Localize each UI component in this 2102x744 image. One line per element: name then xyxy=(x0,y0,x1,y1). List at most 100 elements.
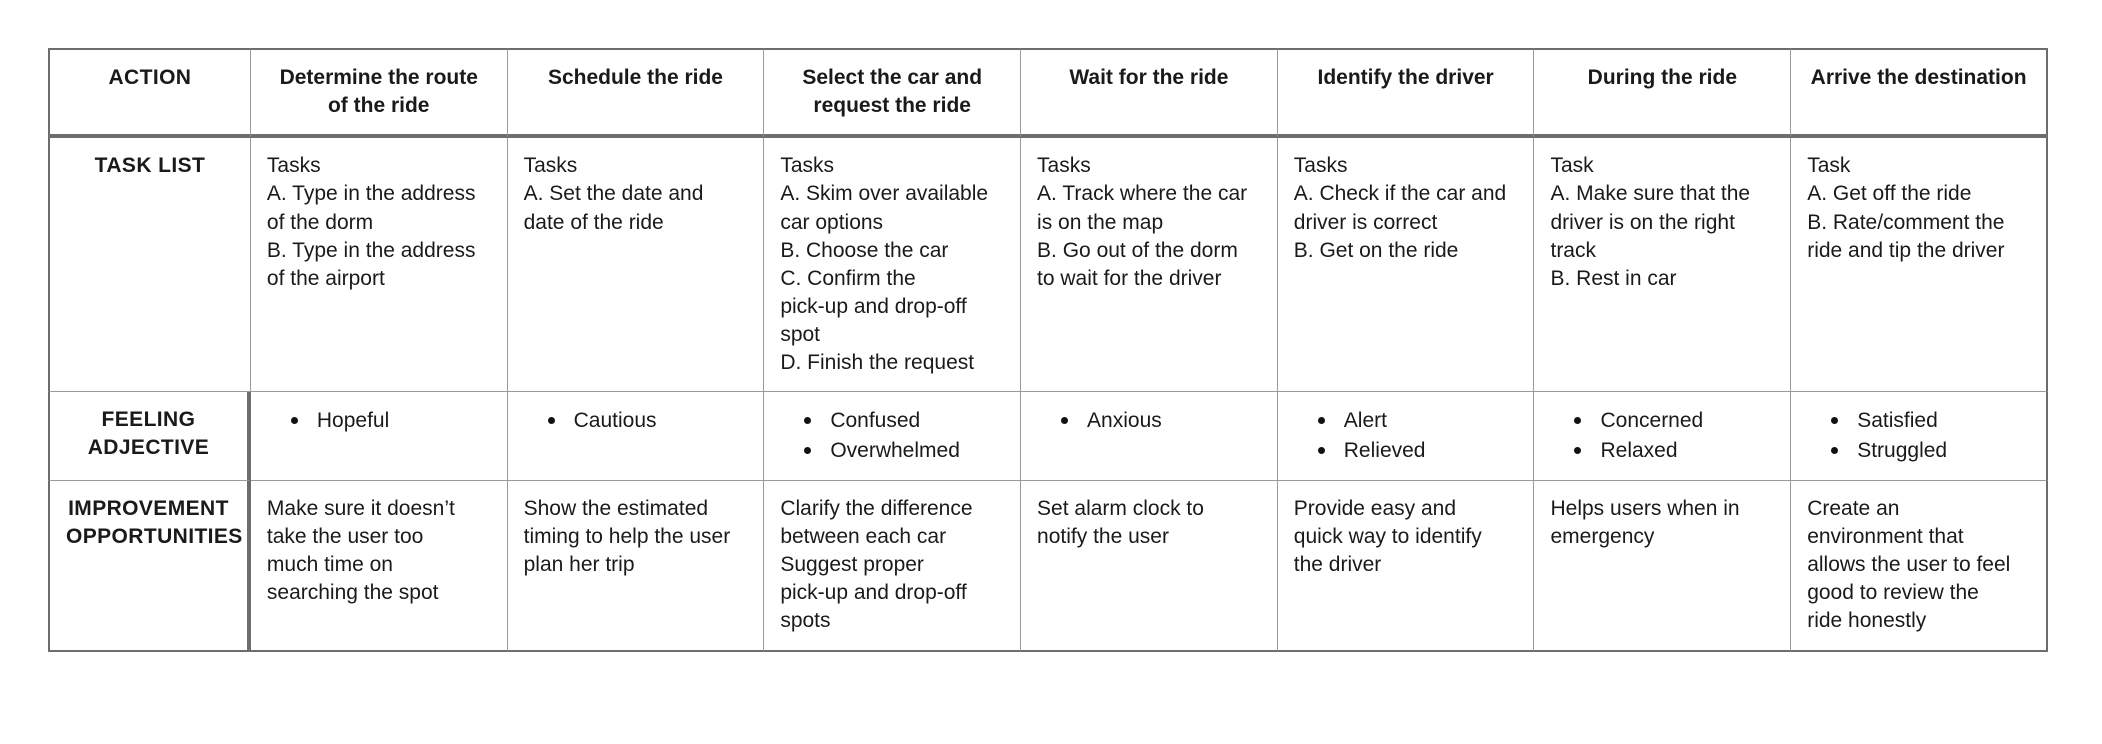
list-item: Alert xyxy=(1317,406,1518,436)
improvement-text: Clarify the difference between each car … xyxy=(780,495,1004,636)
task-block: Tasks A. Type in the address of the dorm… xyxy=(267,152,491,293)
task-item: ride and tip the driver xyxy=(1807,238,2005,262)
task-item: B. Type in the address xyxy=(266,238,476,262)
list-item: Satisfied xyxy=(1831,406,2030,436)
task-cell-identify-driver: Tasks A. Check if the car and driver is … xyxy=(1277,138,1535,393)
improvement-line: emergency xyxy=(1550,525,1655,548)
task-heading: Tasks xyxy=(523,154,578,178)
column-header-line: request the ride xyxy=(813,94,971,118)
improvement-cell-determine-route: Make sure it doesn’t take the user too m… xyxy=(250,480,508,652)
task-item: driver is on the right xyxy=(1550,210,1735,234)
feeling-list: Alert Relieved xyxy=(1294,406,1518,466)
task-cell-wait-for-ride: Tasks A. Track where the car is on the m… xyxy=(1021,138,1278,393)
improvement-line: Provide easy and xyxy=(1293,496,1457,520)
task-item: A. Check if the car and xyxy=(1293,182,1507,206)
feeling-cell-schedule-ride: Cautious xyxy=(507,392,765,481)
list-item: Anxious xyxy=(1061,406,1261,436)
row-label-line: OPPORTUNITIES xyxy=(66,525,243,548)
task-heading: Task xyxy=(1807,154,1851,178)
row-label-line: ADJECTIVE xyxy=(87,436,210,460)
column-header-line: Select the car and xyxy=(802,66,983,89)
task-block: Task A. Make sure that the driver is on … xyxy=(1550,152,1774,293)
column-header-wait-for-ride: Wait for the ride xyxy=(1021,48,1278,139)
improvement-line: quick way to identify xyxy=(1293,525,1482,548)
improvement-cell-schedule-ride: Show the estimated timing to help the us… xyxy=(507,480,765,652)
task-cell-determine-route: Tasks A. Type in the address of the dorm… xyxy=(250,138,508,393)
task-item: B. Rest in car xyxy=(1550,266,1677,290)
table-row-task-list: TASK LIST Tasks A. Type in the address o… xyxy=(48,138,2048,393)
improvement-cell-select-car: Clarify the difference between each car … xyxy=(764,480,1022,652)
column-header-during-ride: During the ride xyxy=(1534,48,1792,139)
improvement-text: Show the estimated timing to help the us… xyxy=(524,495,748,579)
improvement-line: timing to help the user xyxy=(523,525,731,548)
improvement-line: the driver xyxy=(1293,553,1382,577)
row-label-action: ACTION xyxy=(48,48,251,139)
task-block: Tasks A. Track where the car is on the m… xyxy=(1037,152,1261,293)
feeling-list: Cautious xyxy=(524,406,748,436)
table-row-feeling-adjective: FEELING ADJECTIVE Hopeful Cautious Confu… xyxy=(48,392,2048,481)
task-item: A. Type in the address xyxy=(266,182,476,206)
task-item: B. Go out of the dorm xyxy=(1037,238,1238,262)
improvement-line: Clarify the difference xyxy=(780,496,973,520)
improvement-line: Create an xyxy=(1807,496,1900,520)
improvement-line: between each car xyxy=(780,525,947,548)
task-item: A. Track where the car xyxy=(1037,182,1248,206)
improvement-line: spots xyxy=(780,609,831,633)
row-label-improvement-opportunities: IMPROVEMENT OPPORTUNITIES xyxy=(48,480,251,652)
task-heading: Tasks xyxy=(1037,154,1091,178)
improvement-text: Create an environment that allows the us… xyxy=(1807,495,2030,636)
journey-map-table: ACTION Determine the route of the ride S… xyxy=(48,48,2048,652)
task-item: driver is correct xyxy=(1293,210,1438,234)
task-item: is on the map xyxy=(1037,210,1164,234)
task-item: to wait for the driver xyxy=(1037,266,1222,290)
task-item: B. Get on the ride xyxy=(1293,238,1459,262)
customer-journey-map: ACTION Determine the route of the ride S… xyxy=(48,48,2048,652)
task-heading: Tasks xyxy=(266,154,321,178)
task-item: A. Set the date and xyxy=(523,182,704,206)
column-header-line: of the ride xyxy=(327,94,430,118)
improvement-line: good to review the xyxy=(1807,581,1979,605)
improvement-line: Make sure it doesn’t xyxy=(266,496,455,520)
feeling-cell-during-ride: Concerned Relaxed xyxy=(1534,392,1792,481)
feeling-cell-wait-for-ride: Anxious xyxy=(1021,392,1278,481)
list-item: Struggled xyxy=(1831,436,2030,466)
task-block: Tasks A. Check if the car and driver is … xyxy=(1294,152,1518,265)
list-item: Cautious xyxy=(547,406,748,436)
improvement-line: allows the user to feel xyxy=(1807,553,2011,577)
task-block: Tasks A. Skim over available car options… xyxy=(780,152,1004,377)
task-cell-arrive-destination: Task A. Get off the ride B. Rate/comment… xyxy=(1791,138,2048,393)
improvement-cell-during-ride: Helps users when in emergency xyxy=(1534,480,1792,652)
task-item: C. Confirm the xyxy=(780,266,916,290)
list-item: Overwhelmed xyxy=(804,436,1004,466)
column-header-line: Arrive the destination xyxy=(1810,66,2027,89)
table-row-improvement-opportunities: IMPROVEMENT OPPORTUNITIES Make sure it d… xyxy=(48,480,2048,652)
list-item: Concerned xyxy=(1574,406,1774,436)
improvement-text: Make sure it doesn’t take the user too m… xyxy=(267,495,491,608)
column-header-determine-route: Determine the route of the ride xyxy=(250,48,508,139)
improvement-line: Set alarm clock to xyxy=(1037,496,1204,520)
list-item: Relieved xyxy=(1317,436,1518,466)
task-heading: Tasks xyxy=(1293,154,1348,178)
task-heading: Task xyxy=(1550,154,1594,178)
column-header-schedule-ride: Schedule the ride xyxy=(507,48,765,139)
task-item: A. Skim over available xyxy=(780,182,989,206)
column-header-select-car: Select the car and request the ride xyxy=(764,48,1022,139)
task-heading: Tasks xyxy=(780,154,835,178)
improvement-text: Set alarm clock to notify the user xyxy=(1037,495,1261,551)
feeling-list: Anxious xyxy=(1037,406,1261,436)
column-header-line: Identify the driver xyxy=(1317,66,1494,89)
column-header-line: During the ride xyxy=(1587,66,1738,89)
feeling-cell-arrive-destination: Satisfied Struggled xyxy=(1791,392,2048,481)
feeling-list: Concerned Relaxed xyxy=(1550,406,1774,466)
improvement-line: environment that xyxy=(1807,525,1964,548)
improvement-text: Helps users when in emergency xyxy=(1550,495,1774,551)
improvement-line: much time on xyxy=(266,553,393,577)
improvement-line: pick-up and drop-off xyxy=(780,581,967,605)
task-item: A. Get off the ride xyxy=(1807,182,1972,206)
task-item: B. Rate/comment the xyxy=(1807,210,2005,234)
improvement-text: Provide easy and quick way to identify t… xyxy=(1294,495,1518,579)
improvement-line: plan her trip xyxy=(523,553,635,577)
row-label-task-list: TASK LIST xyxy=(48,138,251,393)
task-item: B. Choose the car xyxy=(780,238,949,262)
improvement-cell-wait-for-ride: Set alarm clock to notify the user xyxy=(1021,480,1278,652)
